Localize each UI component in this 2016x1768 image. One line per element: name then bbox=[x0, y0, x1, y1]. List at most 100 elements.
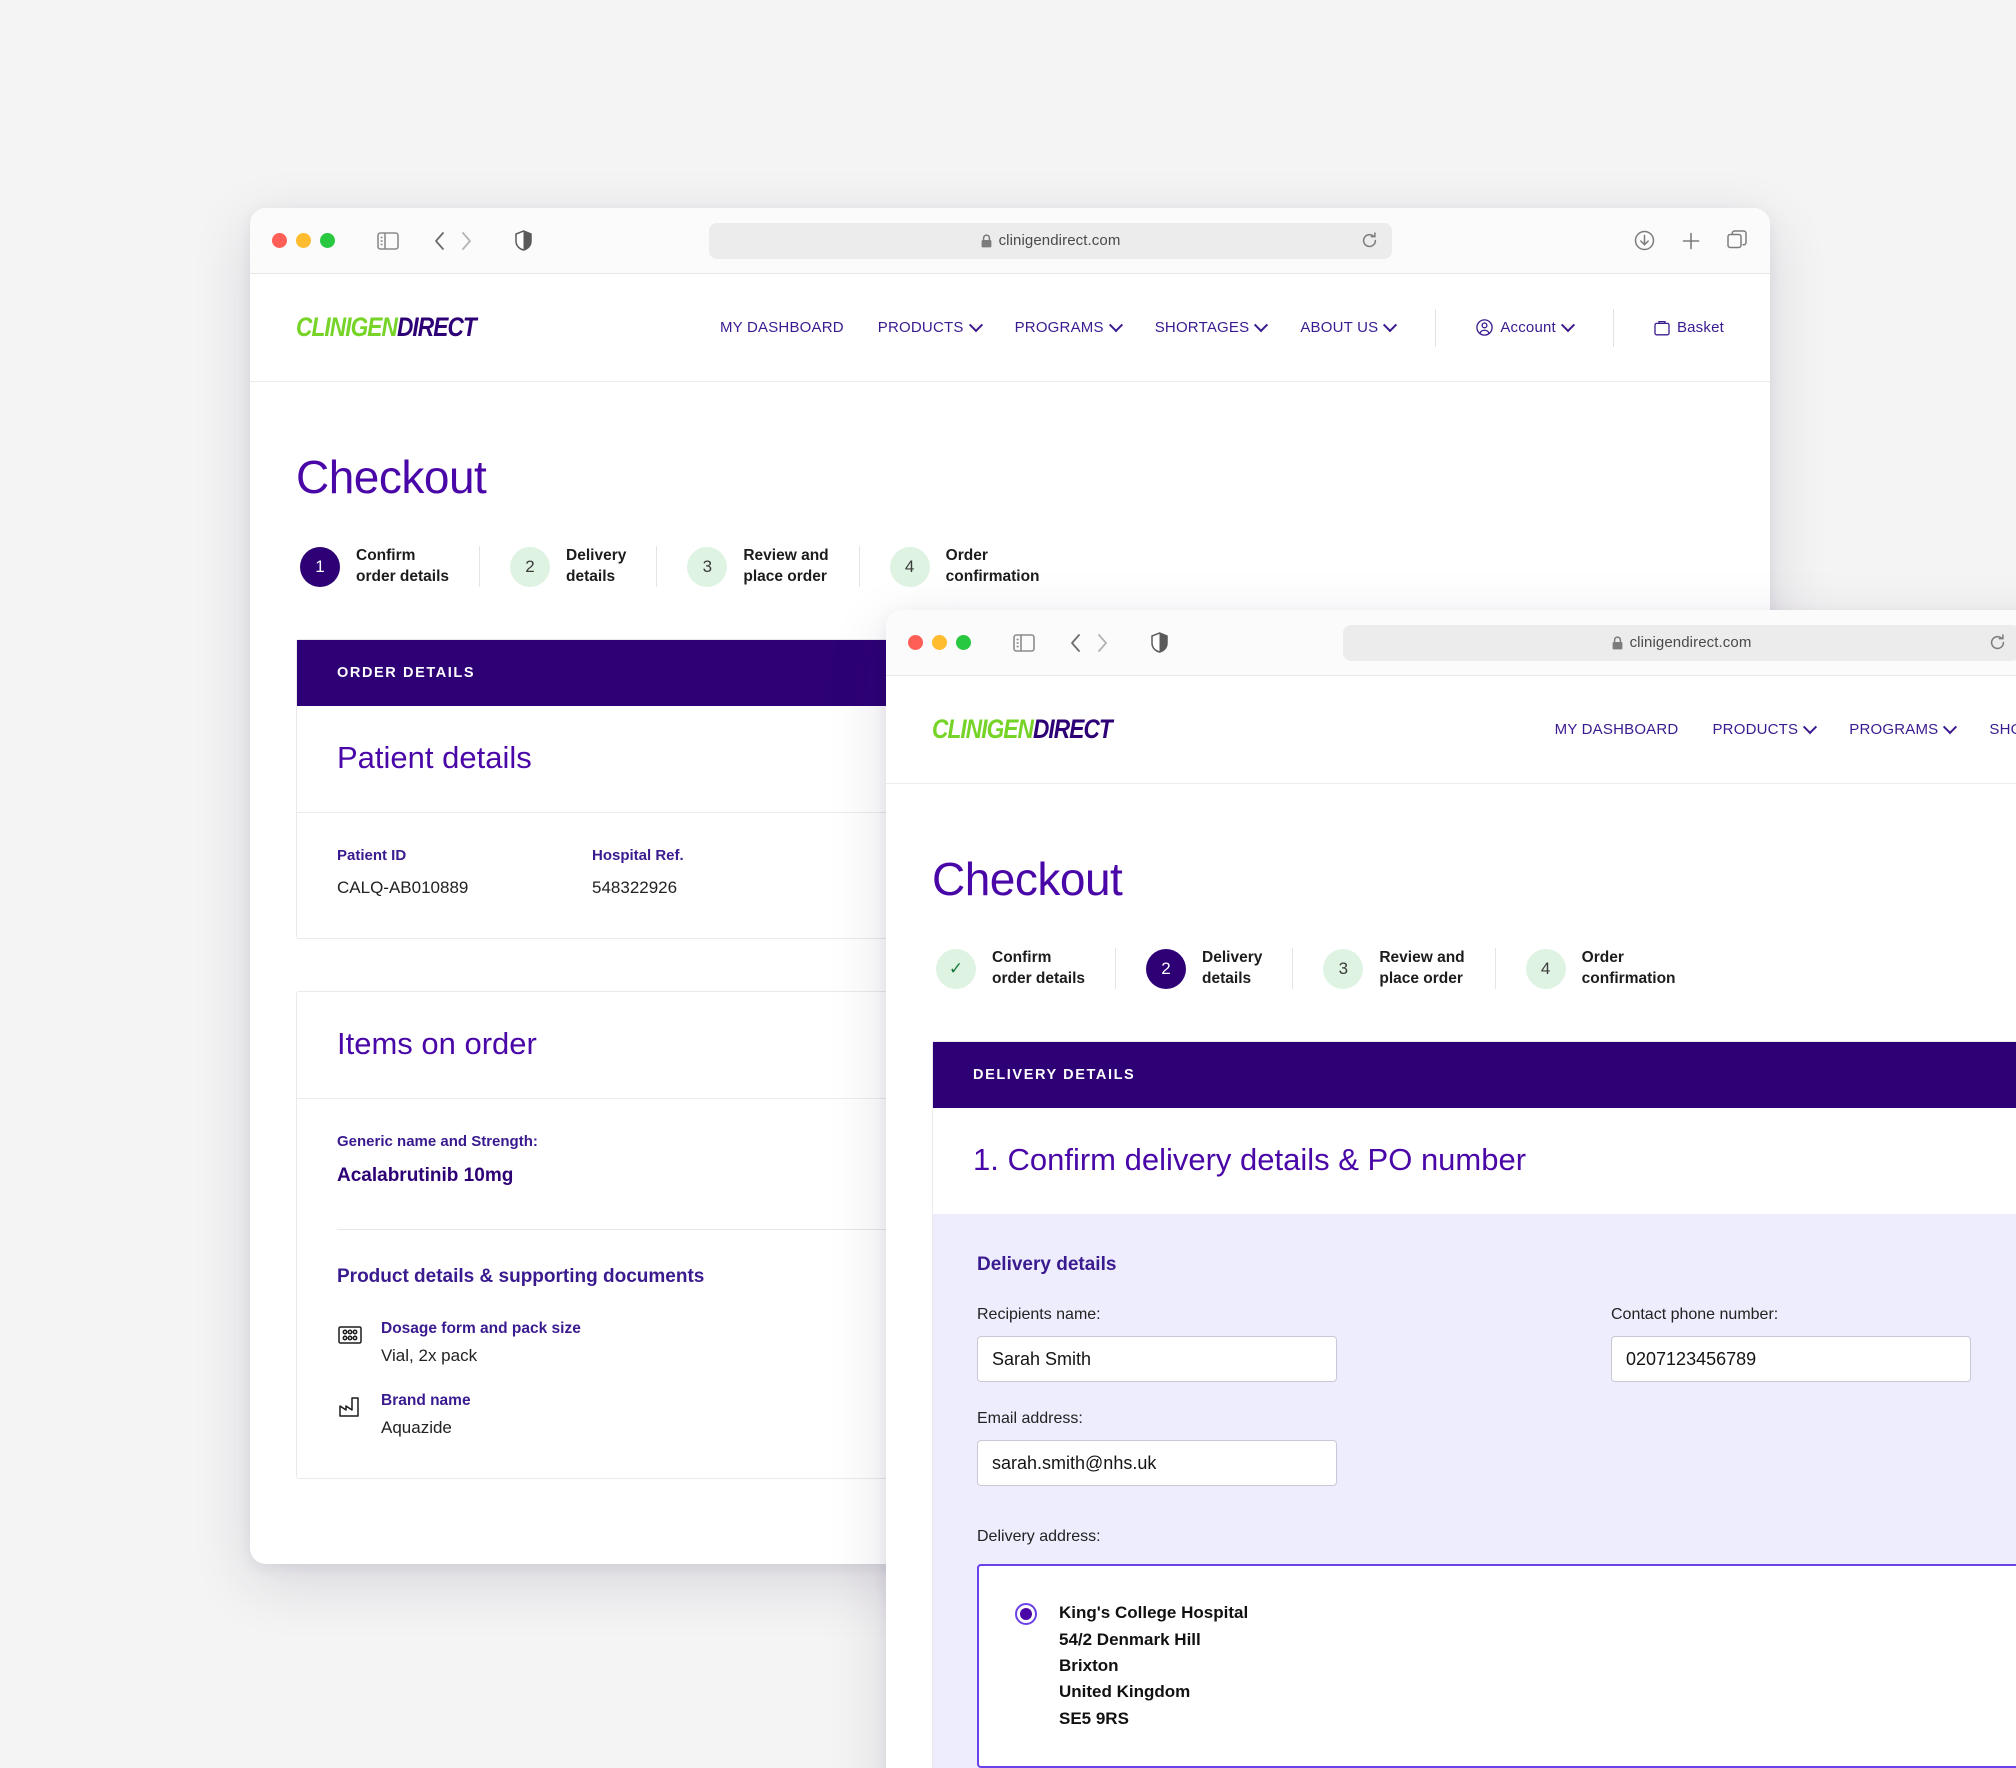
maximize-window-button[interactable] bbox=[320, 233, 335, 248]
browser-titlebar-back: clinigendirect.com bbox=[250, 208, 1770, 274]
nav-label: PRODUCTS bbox=[877, 319, 964, 336]
close-window-button[interactable] bbox=[908, 635, 923, 650]
back-arrow-icon[interactable] bbox=[433, 231, 446, 251]
address-line: United Kingdom bbox=[1059, 1682, 1191, 1702]
toolbar-right-buttons bbox=[1634, 230, 1748, 251]
site-logo-back[interactable]: CLINIGENDIRECT bbox=[296, 312, 477, 343]
page-title-back: Checkout bbox=[296, 451, 487, 503]
nav-my-dashboard[interactable]: MY DASHBOARD bbox=[1555, 721, 1679, 738]
nav-shortages[interactable]: SHORTAGES bbox=[1989, 721, 2016, 738]
checkout-steps-front: ✓ Confirm order details 2 Delivery detai… bbox=[932, 948, 2016, 990]
sidebar-toggle-icon[interactable] bbox=[1013, 633, 1035, 652]
privacy-shield-icon[interactable] bbox=[1151, 632, 1168, 653]
step-1-confirm-order-details[interactable]: 1 Confirm order details bbox=[296, 546, 479, 587]
site-header-front: CLINIGENDIRECT MY DASHBOARD PRODUCTS PRO… bbox=[886, 676, 2016, 784]
step-bubble: 2 bbox=[1146, 948, 1187, 989]
nav-about-us[interactable]: ABOUT US bbox=[1300, 317, 1398, 336]
lock-icon bbox=[1612, 635, 1623, 650]
delivery-form-grid: Recipients name: Sarah Smith Contact pho… bbox=[977, 1306, 2016, 1514]
plus-icon[interactable] bbox=[1681, 231, 1701, 251]
nav-account[interactable]: Account bbox=[1476, 317, 1576, 336]
url-input[interactable]: clinigendirect.com bbox=[1342, 624, 2016, 661]
address-radio-selected[interactable] bbox=[1015, 1603, 1037, 1626]
field-label: Recipients name: bbox=[977, 1306, 1101, 1324]
nav-label: PRODUCTS bbox=[1712, 721, 1799, 738]
nav-label: PROGRAMS bbox=[1014, 319, 1104, 336]
address-line: King's College Hospital bbox=[1059, 1603, 1249, 1623]
email-address-input[interactable]: sarah.smith@nhs.uk bbox=[977, 1440, 1337, 1487]
step-3-review-and-place-order[interactable]: 3 Review and place order bbox=[656, 546, 858, 588]
tab-overview-icon[interactable] bbox=[1727, 230, 1748, 251]
field-value: CALQ-AB010889 bbox=[337, 878, 469, 898]
detail-value: Aquazide bbox=[381, 1418, 452, 1438]
download-icon[interactable] bbox=[1634, 230, 1655, 251]
logo-part-clinigen: CLINIGEN bbox=[932, 714, 1034, 744]
lock-icon bbox=[981, 233, 992, 248]
window-traffic-lights[interactable] bbox=[272, 233, 335, 248]
delivery-address-option[interactable]: King's College Hospital 54/2 Denmark Hil… bbox=[977, 1564, 2016, 1768]
nav-programs[interactable]: PROGRAMS bbox=[1014, 317, 1123, 336]
address-bar-region: clinigendirect.com bbox=[499, 222, 1602, 259]
field-value: 548322926 bbox=[592, 878, 678, 898]
nav-label: Account bbox=[1500, 319, 1556, 336]
chevron-down-icon bbox=[1108, 317, 1123, 332]
step-3-review-and-place-order[interactable]: 3 Review and place order bbox=[1292, 948, 1494, 990]
step-2-delivery-details[interactable]: 2 Delivery details bbox=[1115, 948, 1292, 990]
factory-icon bbox=[337, 1394, 363, 1420]
contact-phone-input[interactable]: 0207123456789 bbox=[1611, 1336, 1971, 1383]
step-bubble: 4 bbox=[889, 546, 930, 587]
recipients-name-input[interactable]: Sarah Smith bbox=[977, 1336, 1337, 1383]
nav-shortages[interactable]: SHORTAGES bbox=[1155, 317, 1269, 336]
reload-icon[interactable] bbox=[1361, 232, 1378, 249]
minimize-window-button[interactable] bbox=[296, 233, 311, 248]
step-bubble: 1 bbox=[300, 546, 340, 587]
url-input[interactable]: clinigendirect.com bbox=[708, 222, 1393, 259]
sidebar-toggle-icon[interactable] bbox=[377, 231, 399, 250]
step-bubble: 3 bbox=[687, 546, 728, 587]
minimize-window-button[interactable] bbox=[932, 635, 947, 650]
back-arrow-icon[interactable] bbox=[1069, 633, 1082, 653]
nav-programs[interactable]: PROGRAMS bbox=[1849, 719, 1958, 738]
logo-part-direct: DIRECT bbox=[1032, 714, 1113, 744]
delivery-form: Delivery details Recipients name: Sarah … bbox=[933, 1214, 2016, 1768]
hospital-ref-field: Hospital Ref. 548322926 bbox=[592, 847, 847, 898]
step-label: Order confirmation bbox=[1581, 949, 1676, 987]
chevron-down-icon bbox=[1560, 317, 1576, 332]
address-line: 54/2 Denmark Hill bbox=[1059, 1629, 1201, 1649]
browser-window-front: clinigendirect.com CLINIGENDIRECT MY DAS… bbox=[886, 610, 2016, 1768]
chevron-down-icon bbox=[968, 317, 983, 332]
user-icon bbox=[1476, 319, 1494, 336]
step-bubble: 4 bbox=[1525, 948, 1566, 989]
page-content-front: Checkout ✓ Confirm order details 2 Deliv… bbox=[886, 852, 2016, 1768]
step-label: Delivery details bbox=[1202, 949, 1263, 987]
nav-products[interactable]: PRODUCTS bbox=[1712, 719, 1818, 738]
nav-products[interactable]: PRODUCTS bbox=[877, 317, 983, 336]
forward-arrow-icon[interactable] bbox=[1096, 633, 1109, 653]
step-4-order-confirmation[interactable]: 4 Order confirmation bbox=[1494, 948, 1706, 990]
checkout-steps-back: 1 Confirm order details 2 Delivery detai… bbox=[296, 546, 1724, 588]
detail-label: Dosage form and pack size bbox=[381, 1320, 581, 1338]
nav-my-dashboard[interactable]: MY DASHBOARD bbox=[720, 319, 844, 336]
nav-basket[interactable]: Basket bbox=[1654, 319, 1724, 336]
close-window-button[interactable] bbox=[272, 233, 287, 248]
nav-label: MY DASHBOARD bbox=[1554, 721, 1679, 738]
chevron-down-icon bbox=[1254, 317, 1269, 332]
nav-divider bbox=[1612, 308, 1614, 347]
form-grid-spacer bbox=[1611, 1410, 2016, 1514]
window-traffic-lights-front[interactable] bbox=[908, 635, 971, 650]
step-label: Delivery details bbox=[566, 547, 627, 585]
maximize-window-button[interactable] bbox=[956, 635, 971, 650]
recipients-name-group: Recipients name: Sarah Smith bbox=[977, 1306, 1551, 1383]
chevron-down-icon bbox=[1383, 317, 1398, 332]
privacy-shield-icon[interactable] bbox=[515, 230, 532, 251]
delivery-details-band: DELIVERY DETAILS bbox=[933, 1042, 2016, 1109]
address-lines: King's College Hospital 54/2 Denmark Hil… bbox=[1059, 1600, 1248, 1732]
step-1-confirm-order-details[interactable]: ✓ Confirm order details bbox=[932, 948, 1115, 989]
site-logo-front[interactable]: CLINIGENDIRECT bbox=[932, 714, 1113, 745]
step-4-order-confirmation[interactable]: 4 Order confirmation bbox=[858, 546, 1070, 588]
step-2-delivery-details[interactable]: 2 Delivery details bbox=[479, 546, 656, 588]
forward-arrow-icon[interactable] bbox=[460, 231, 473, 251]
reload-icon[interactable] bbox=[1989, 634, 2006, 651]
address-line: SE5 9RS bbox=[1059, 1708, 1129, 1728]
email-address-group: Email address: sarah.smith@nhs.uk bbox=[977, 1410, 1551, 1487]
